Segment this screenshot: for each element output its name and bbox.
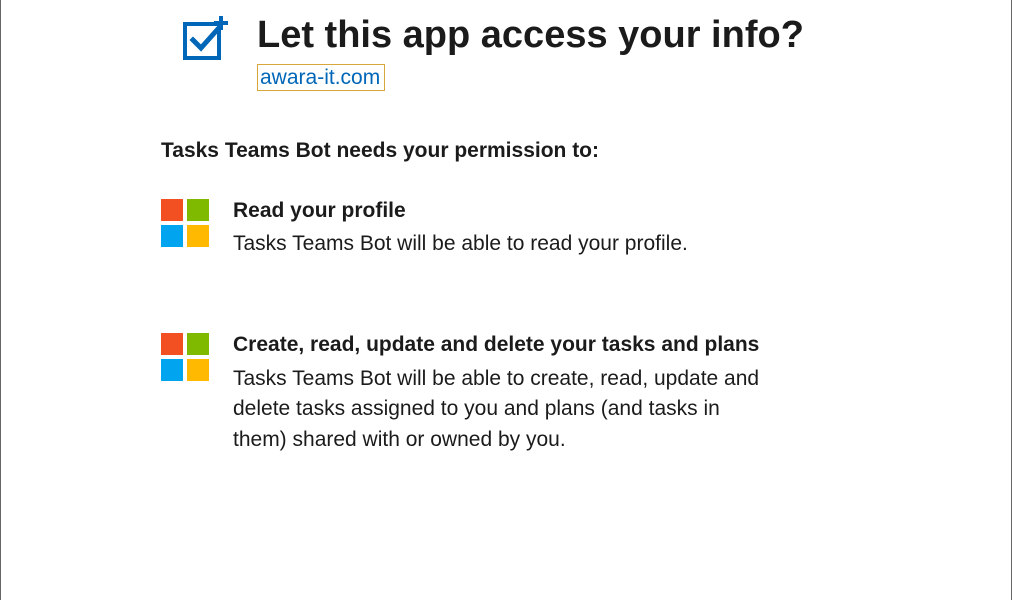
permission-intro: Tasks Teams Bot needs your permission to… (161, 139, 851, 163)
page-title: Let this app access your info? (257, 12, 851, 60)
permission-desc: Tasks Teams Bot will be able to create, … (233, 364, 773, 455)
permission-block: Read your profile Tasks Teams Bot will b… (161, 197, 851, 260)
permission-title: Read your profile (233, 197, 773, 225)
microsoft-logo-icon (161, 333, 209, 381)
microsoft-logo-icon (161, 199, 209, 247)
permission-block: Create, read, update and delete your tas… (161, 331, 851, 455)
domain-link[interactable]: awara-it.com (257, 64, 385, 91)
consent-header: Let this app access your info? awara-it.… (161, 12, 851, 91)
app-icon (181, 16, 229, 64)
permission-title: Create, read, update and delete your tas… (233, 331, 773, 359)
permission-desc: Tasks Teams Bot will be able to read you… (233, 229, 773, 259)
